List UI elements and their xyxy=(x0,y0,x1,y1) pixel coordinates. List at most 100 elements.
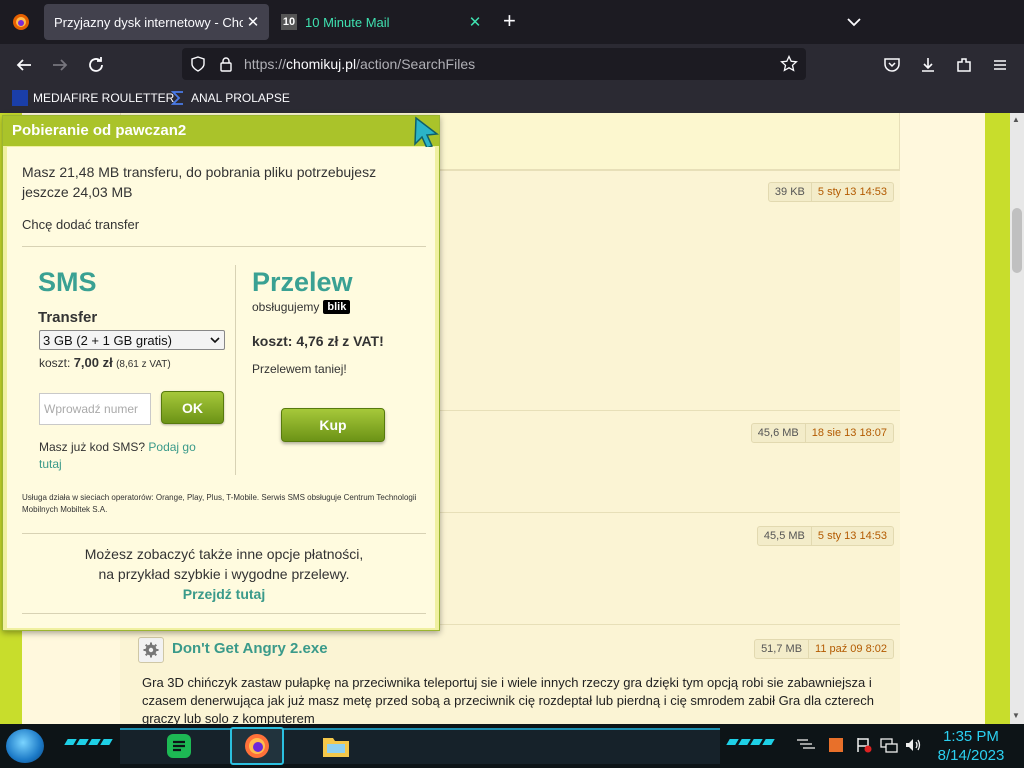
have-code-text: Masz już kod SMS? Podaj go tutaj xyxy=(39,439,219,473)
sms-code-input[interactable]: Wprowadź numer xyxy=(39,393,151,425)
file-explorer-icon[interactable] xyxy=(320,730,352,762)
firefox-icon[interactable] xyxy=(241,730,273,762)
add-transfer-label: Chcę dodać transfer xyxy=(22,217,140,232)
decor-lights xyxy=(726,739,775,745)
more-line-2: na przykład szybkie i wygodne przelewy. xyxy=(98,566,350,582)
transfer-cost: koszt: 4,76 zł z VAT! xyxy=(252,333,384,349)
close-icon[interactable]: ✕ xyxy=(243,13,263,31)
clock-date: 8/14/2023 xyxy=(937,747,1005,764)
transfer-package-select[interactable]: 3 GB (2 + 1 GB gratis) xyxy=(39,330,225,350)
url-text[interactable]: https://chomikuj.pl/action/SearchFiles xyxy=(244,56,475,72)
chevron-down-icon xyxy=(210,337,220,344)
flag-notification-icon[interactable] xyxy=(856,737,872,756)
dialog-body: Masz 21,48 MB transferu, do pobrania pli… xyxy=(7,147,435,628)
operators-note: Usługa działa w sieciach operatorów: Ora… xyxy=(22,493,417,514)
more-line-1: Możesz zobaczyć także inne opcje płatnoś… xyxy=(84,546,364,562)
file-date: 18 sie 13 18:07 xyxy=(811,427,887,439)
tracking-protection-shield-icon[interactable] xyxy=(190,56,206,72)
firefox-menu-icon[interactable] xyxy=(12,13,30,31)
sms-cost: koszt: 7,00 zł (8,61 z VAT) xyxy=(39,355,171,370)
dialog-title: Pobieranie od pawczan2 xyxy=(12,122,187,139)
tab-strip: Przyjazny dysk internetowy - Chomikuj.pl… xyxy=(0,0,1024,44)
ok-button[interactable]: OK xyxy=(161,391,224,424)
tab-title: Przyjazny dysk internetowy - Chomikuj.pl xyxy=(54,14,243,30)
more-options-link[interactable]: Przejdź tutaj xyxy=(183,586,265,602)
file-date: 11 paź 09 8:02 xyxy=(815,643,887,655)
buy-button[interactable]: Kup xyxy=(281,408,385,442)
file-name-link[interactable]: Don't Get Angry 2.exe xyxy=(172,640,328,657)
sms-heading: SMS xyxy=(38,267,97,297)
file-size: 45,5 MB xyxy=(758,527,812,545)
reload-icon[interactable] xyxy=(84,53,108,77)
close-dialog-icon[interactable] xyxy=(410,116,440,149)
file-size: 45,6 MB xyxy=(752,424,806,442)
pocket-icon[interactable] xyxy=(880,53,904,77)
blik-logo: blik xyxy=(323,300,351,314)
tray-app-icon[interactable] xyxy=(828,737,844,756)
close-icon[interactable]: ✕ xyxy=(465,13,485,31)
bookmarks-toolbar: MEDIAFIRE ROULETTER ANAL PROLAPSE xyxy=(0,86,1024,113)
sms-cost-value: 7,00 zł xyxy=(73,355,113,370)
file-date: 5 sty 13 14:53 xyxy=(817,530,887,542)
sigma-icon xyxy=(170,90,186,106)
dialog-header: Pobieranie od pawczan2 xyxy=(3,116,440,149)
bookmark-label: ANAL PROLAPSE xyxy=(191,91,290,105)
page-scrollbar[interactable]: ▲ ▼ xyxy=(1010,113,1024,724)
have-code-label: Masz już kod SMS? xyxy=(39,440,146,454)
forward-arrow-icon[interactable] xyxy=(48,53,72,77)
taskbar-strip xyxy=(120,728,720,764)
app-menu-hamburger-icon[interactable] xyxy=(988,53,1012,77)
scroll-up-icon[interactable]: ▲ xyxy=(1012,115,1020,124)
gear-icon xyxy=(138,637,164,663)
transfer-message: Masz 21,48 MB transferu, do pobrania pli… xyxy=(22,164,377,200)
start-orb-icon[interactable] xyxy=(6,729,44,763)
file-meta: 39 KB 5 sty 13 14:53 xyxy=(767,182,894,202)
bookmark-label: MEDIAFIRE ROULETTER xyxy=(33,91,175,105)
system-clock[interactable]: 1:35 PM 8/14/2023 xyxy=(930,727,1012,765)
transfer-label: Transfer xyxy=(38,309,98,326)
file-size: 39 KB xyxy=(769,183,812,201)
divider xyxy=(235,265,236,475)
file-size: 51,7 MB xyxy=(755,640,810,658)
supported-methods: obsługujemy blik xyxy=(252,300,351,314)
file-meta: 45,5 MB 5 sty 13 14:53 xyxy=(756,526,894,546)
downloads-icon[interactable] xyxy=(916,53,940,77)
sms-cost-label: koszt: xyxy=(39,356,71,370)
ten-minute-mail-favicon-icon: 10 xyxy=(281,14,297,30)
lock-icon[interactable] xyxy=(218,56,234,72)
new-tab-plus-icon[interactable]: + xyxy=(503,10,516,32)
mediafire-icon xyxy=(12,90,28,106)
notes-app-icon[interactable] xyxy=(163,730,195,762)
list-all-tabs-chevron-icon[interactable] xyxy=(844,12,864,32)
download-dialog: Pobieranie od pawczan2 Masz 21,48 MB tra… xyxy=(2,115,440,631)
bookmark-star-icon[interactable] xyxy=(780,54,798,73)
decor-lights xyxy=(64,739,113,745)
url-scheme: https:// xyxy=(244,56,287,72)
divider xyxy=(22,613,426,614)
divider xyxy=(22,533,426,534)
extensions-icon[interactable] xyxy=(952,53,976,77)
bookmark-mediafire-rouletter[interactable]: MEDIAFIRE ROULETTER xyxy=(12,90,174,106)
clock-time: 1:35 PM xyxy=(943,728,999,745)
sms-cost-vat: (8,61 z VAT) xyxy=(116,359,171,370)
more-payment-options: Możesz zobaczyć także inne opcje płatnoś… xyxy=(22,544,426,604)
url-host: chomikuj.pl xyxy=(286,56,357,72)
scroll-down-icon[interactable]: ▼ xyxy=(1012,711,1020,720)
cheaper-note: Przelewem taniej! xyxy=(252,362,347,376)
divider xyxy=(22,246,426,247)
file-date: 5 sty 13 14:53 xyxy=(817,186,887,198)
file-meta: 51,7 MB 11 paź 09 8:02 xyxy=(754,639,894,659)
volume-icon[interactable] xyxy=(904,737,922,756)
bookmark-anal-prolapse[interactable]: ANAL PROLAPSE xyxy=(170,90,290,106)
address-bar[interactable]: https://chomikuj.pl/action/SearchFiles xyxy=(182,48,806,80)
przelew-heading: Przelew xyxy=(252,267,353,297)
network-icon[interactable] xyxy=(880,737,898,756)
back-arrow-icon[interactable] xyxy=(12,53,36,77)
tab-title: 10 Minute Mail xyxy=(305,14,390,30)
scrollbar-thumb[interactable] xyxy=(1012,208,1022,273)
show-hidden-icons-icon[interactable] xyxy=(796,737,816,754)
url-path: /action/SearchFiles xyxy=(356,56,476,72)
tab-10-minute-mail[interactable]: 10 10 Minute Mail ✕ xyxy=(271,4,491,40)
tab-chomikuj[interactable]: Przyjazny dysk internetowy - Chomikuj.pl… xyxy=(44,4,269,40)
file-description: Gra 3D chińczyk zastaw pułapkę na przeci… xyxy=(142,675,874,724)
